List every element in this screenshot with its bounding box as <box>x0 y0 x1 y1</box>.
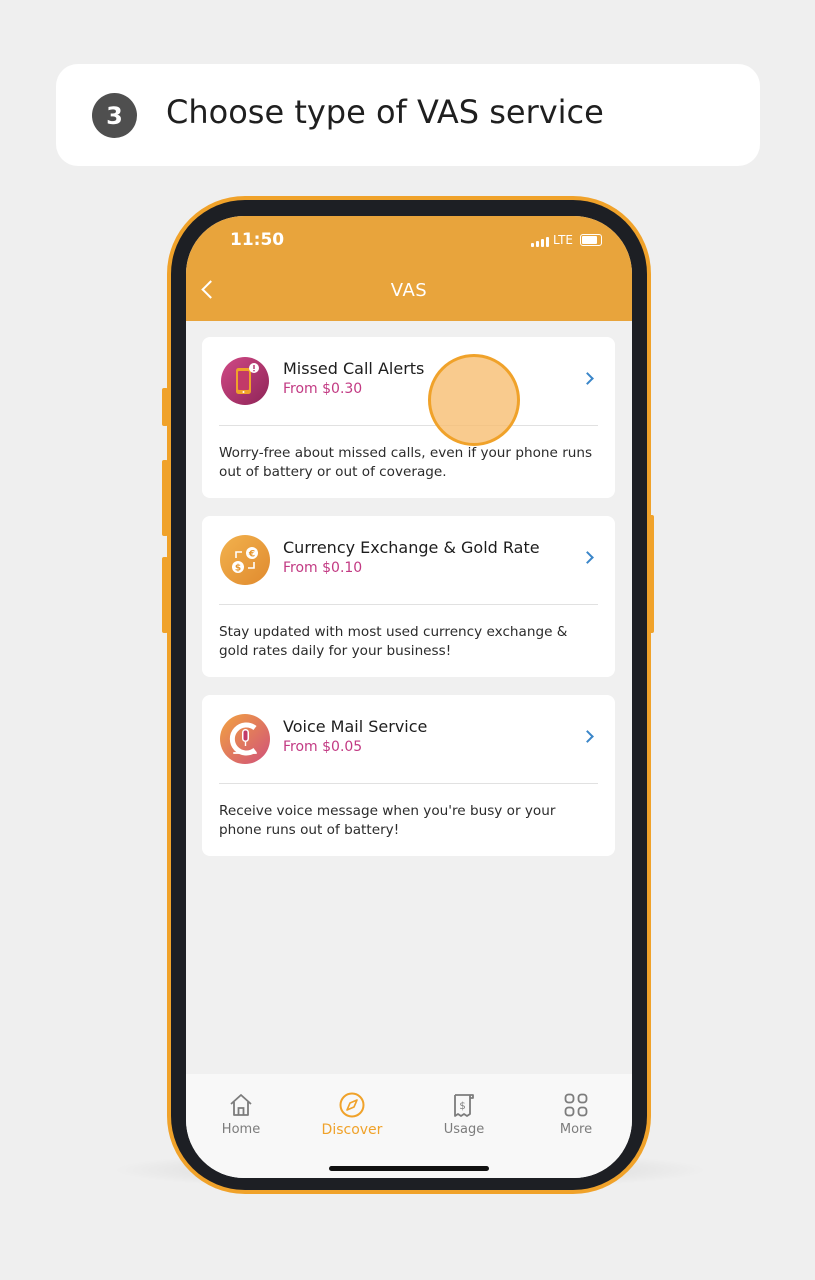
step-number-badge: 3 <box>92 93 137 138</box>
tap-indicator <box>428 354 520 446</box>
nav-label: Discover <box>321 1122 383 1138</box>
home-icon <box>226 1090 256 1120</box>
status-indicators: LTE <box>531 233 602 247</box>
nav-item-home[interactable]: Home <box>201 1090 281 1137</box>
receipt-icon: $ <box>449 1090 479 1120</box>
svg-text:$: $ <box>459 1101 465 1112</box>
nav-label: Home <box>221 1122 261 1137</box>
nav-item-usage[interactable]: $ Usage <box>424 1090 504 1137</box>
service-card-missed-call-alerts[interactable]: Missed Call Alerts From $0.30 Worry-free… <box>202 337 615 498</box>
card-divider <box>219 783 598 784</box>
chevron-right-icon <box>583 372 593 384</box>
grid-icon <box>561 1090 591 1120</box>
chevron-right-icon <box>583 551 593 563</box>
currency-exchange-icon: € $ <box>219 534 271 586</box>
network-type: LTE <box>553 233 573 247</box>
card-divider <box>219 425 598 426</box>
card-divider <box>219 604 598 605</box>
signal-icon <box>531 237 550 247</box>
service-description: Worry-free about missed calls, even if y… <box>219 445 593 480</box>
service-price: From $0.05 <box>283 739 363 755</box>
service-price: From $0.10 <box>283 560 363 576</box>
service-description: Receive voice message when you're busy o… <box>219 803 556 838</box>
svg-text:€: € <box>248 550 255 560</box>
nav-item-discover[interactable]: Discover <box>312 1090 392 1138</box>
step-banner: 3 Choose type of VAS service <box>56 64 760 166</box>
missed-call-phone-icon <box>219 355 271 407</box>
service-description: Stay updated with most used currency exc… <box>219 624 568 659</box>
svg-text:$: $ <box>235 564 241 574</box>
app-header: 11:50 LTE VAS <box>186 216 632 321</box>
nav-label: Usage <box>443 1122 485 1137</box>
battery-icon <box>580 234 602 246</box>
service-title: Missed Call Alerts <box>283 359 425 378</box>
service-card-voice-mail[interactable]: Voice Mail Service From $0.05 Receive vo… <box>202 695 615 856</box>
chevron-right-icon <box>583 730 593 742</box>
service-title: Currency Exchange & Gold Rate <box>283 538 540 557</box>
compass-icon <box>337 1090 367 1120</box>
service-price: From $0.30 <box>283 381 363 397</box>
home-indicator <box>329 1166 489 1171</box>
service-card-currency-exchange[interactable]: € $ Currency Exchange & Gold Rate From $… <box>202 516 615 677</box>
voicemail-icon <box>219 713 271 765</box>
nav-item-more[interactable]: More <box>536 1090 616 1137</box>
page-title: VAS <box>390 280 428 301</box>
phone-screen: 11:50 LTE VAS Missed Call Alerts From $0… <box>186 216 632 1178</box>
status-time: 11:50 <box>230 230 285 250</box>
step-instruction: Choose type of VAS service <box>166 93 604 131</box>
service-title: Voice Mail Service <box>283 717 428 736</box>
bottom-navigation: Home Discover $ Usage More <box>186 1074 632 1178</box>
nav-label: More <box>559 1122 593 1137</box>
